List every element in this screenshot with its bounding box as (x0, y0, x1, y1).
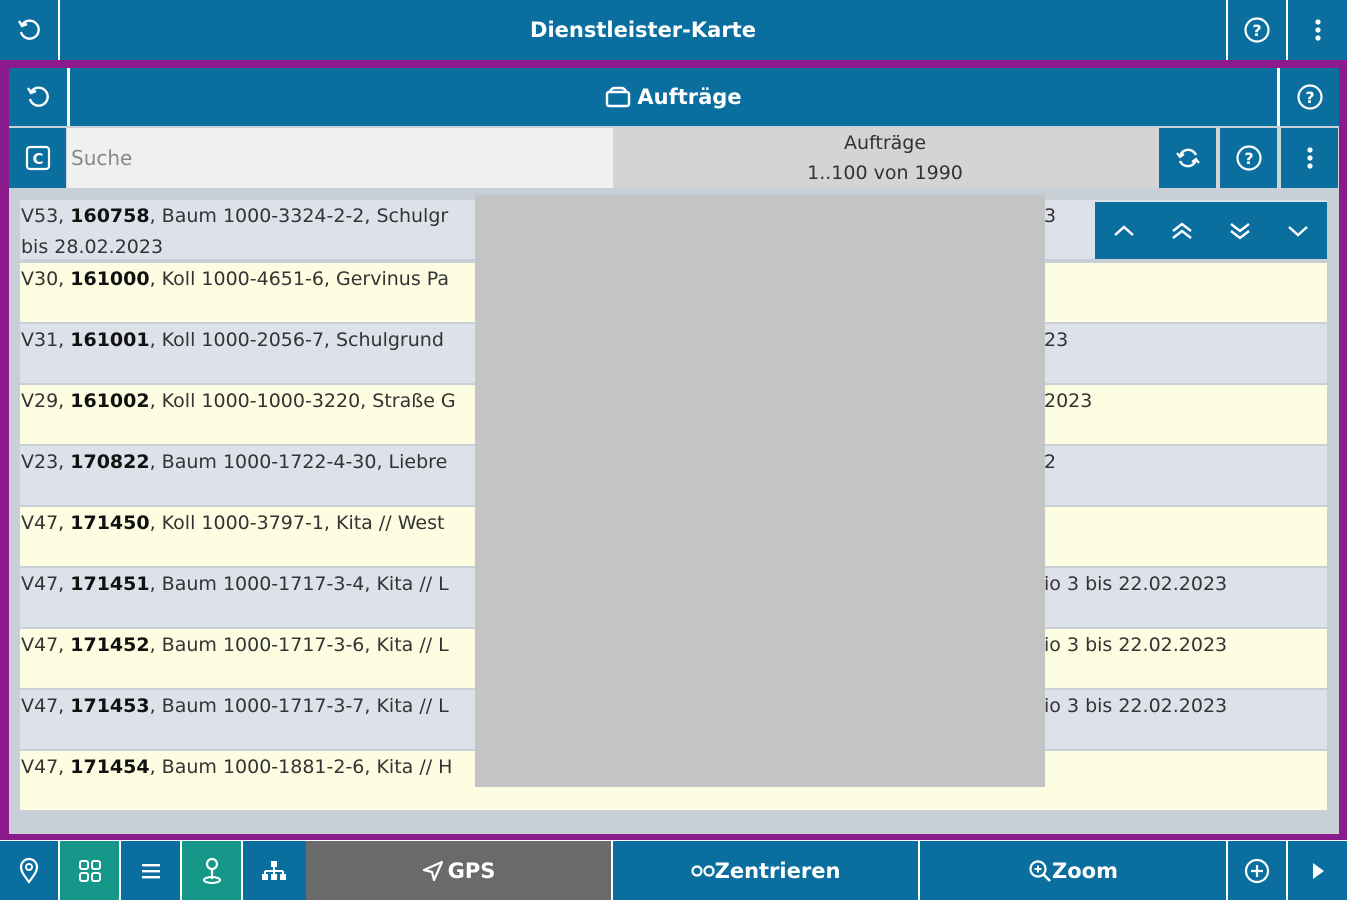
app-title-text: Dienstleister-Karte (530, 18, 756, 42)
plus-circle-icon (1244, 858, 1270, 883)
orders-title: Aufträge (70, 68, 1277, 126)
svg-text:?: ? (1252, 21, 1261, 40)
row-right-text: io 3 bis 22.02.2023 (1044, 573, 1228, 595)
row-left-text: V29, 161002, Koll 1000-1000-3220, Straße… (21, 390, 456, 412)
row-left-text: V47, 171452, Baum 1000-1717-3-6, Kita //… (21, 634, 449, 656)
row-left-text: V47, 171451, Baum 1000-1717-3-4, Kita //… (21, 573, 449, 595)
gps-button[interactable]: GPS (306, 841, 611, 900)
row-right-text: 3 (1044, 205, 1057, 227)
hierarchy-button[interactable] (243, 841, 304, 900)
row-left-text: V30, 161000, Koll 1000-4651-6, Gervinus … (21, 268, 450, 290)
row-left-text: V47, 171450, Koll 1000-3797-1, Kita // W… (21, 512, 445, 534)
row-right-text: io 3 bis 22.02.2023 (1044, 634, 1228, 656)
help-button[interactable]: ? (1228, 0, 1286, 60)
refresh-button[interactable] (1159, 128, 1216, 188)
scroll-bottom-button[interactable] (1211, 202, 1269, 259)
row-right-text: 2023 (1044, 390, 1093, 412)
double-chevron-down-icon (1230, 222, 1250, 240)
row-right-text: 23 (1044, 329, 1069, 351)
row-left-text: V47, 171453, Baum 1000-1717-3-7, Kita //… (21, 695, 449, 717)
gps-label: GPS (447, 858, 496, 883)
svg-text:C: C (32, 150, 43, 168)
chevron-down-icon (1288, 225, 1308, 237)
zoom-icon (1029, 859, 1051, 882)
orders-undo-button[interactable] (9, 68, 67, 126)
search-row: C Aufträge 1..100 von 1990 ? (9, 128, 1339, 188)
orders-counter: Aufträge 1..100 von 1990 (615, 128, 1155, 188)
more-vertical-icon (1306, 147, 1313, 169)
chevron-up-icon (1114, 224, 1134, 236)
add-button[interactable] (1228, 841, 1286, 900)
scroll-up-button[interactable] (1095, 202, 1153, 259)
person-pin-icon (202, 857, 221, 884)
zoom-label: Zoom (1052, 858, 1118, 883)
sitemap-icon (261, 860, 286, 880)
search-input[interactable] (67, 128, 613, 188)
grid-view-button[interactable] (60, 841, 119, 900)
more-menu-button[interactable] (1288, 0, 1347, 60)
orders-header-bar: Aufträge ? (9, 68, 1339, 126)
svg-text:?: ? (1244, 149, 1253, 168)
next-button[interactable] (1288, 841, 1347, 900)
link-infinity-icon (690, 864, 715, 877)
search-more-button[interactable] (1281, 128, 1338, 188)
clear-c-icon: C (25, 145, 50, 171)
list-icon (141, 863, 160, 878)
app-title: Dienstleister-Karte (60, 0, 1226, 60)
help-icon: ? (1244, 17, 1270, 43)
scroll-down-button[interactable] (1269, 202, 1327, 259)
row-left-text: V31, 161001, Koll 1000-2056-7, Schulgrun… (21, 329, 444, 351)
center-label: Zentrieren (714, 858, 841, 883)
briefcase-icon (606, 86, 631, 108)
counter-range: 1..100 von 1990 (807, 162, 963, 184)
row-left-text: V47, 171454, Baum 1000-1881-2-6, Kita //… (21, 756, 453, 778)
list-view-button[interactable] (121, 841, 180, 900)
counter-label: Aufträge (843, 132, 927, 154)
help-icon: ? (1235, 145, 1262, 171)
row-second-line: bis 28.02.2023 (21, 236, 164, 258)
row-right-text: io 3 bis 22.02.2023 (1044, 695, 1228, 717)
clear-search-button[interactable]: C (9, 128, 66, 188)
center-button[interactable]: Zentrieren (613, 841, 918, 900)
person-location-button[interactable] (182, 841, 241, 900)
more-vertical-icon (1314, 19, 1321, 41)
location-pin-button[interactable] (0, 841, 58, 900)
row-left-text: V53, 160758, Baum 1000-3324-2-2, Schulgr (21, 205, 449, 227)
redaction-overlay (475, 195, 1045, 787)
top-bar: Dienstleister-Karte ? (0, 0, 1347, 60)
orders-help-button[interactable]: ? (1280, 68, 1339, 126)
svg-text:?: ? (1305, 88, 1314, 107)
row-left-text: V23, 170822, Baum 1000-1722-4-30, Liebre (21, 451, 448, 473)
zoom-button[interactable]: Zoom (920, 841, 1226, 900)
undo-button[interactable] (0, 0, 58, 60)
refresh-icon (1175, 148, 1200, 168)
row-right-text: 2 (1044, 451, 1057, 473)
orders-title-text: Aufträge (637, 85, 742, 109)
list-navigation (1095, 202, 1327, 259)
scroll-top-button[interactable] (1153, 202, 1211, 259)
double-chevron-up-icon (1172, 221, 1192, 239)
map-pin-icon (19, 857, 39, 884)
undo-icon (17, 19, 40, 40)
navigation-arrow-icon (422, 860, 443, 881)
undo-icon (26, 86, 49, 107)
play-arrow-icon (1312, 862, 1324, 879)
help-icon: ? (1296, 84, 1323, 110)
search-help-button[interactable]: ? (1220, 128, 1277, 188)
grid-icon (78, 859, 101, 882)
bottom-toolbar: GPS Zentrieren Zoom (0, 841, 1347, 900)
